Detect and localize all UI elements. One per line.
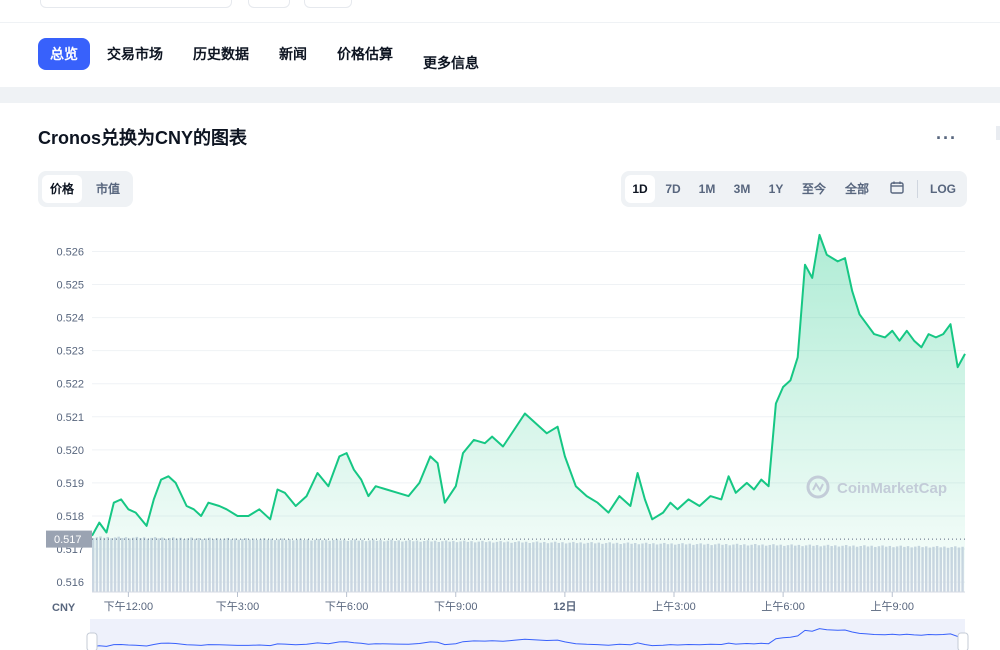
currency-unit-label: CNY	[52, 602, 76, 614]
range-1d[interactable]: 1D	[625, 175, 655, 203]
price-marketcap-toggle: 价格 市值	[38, 171, 133, 207]
y-tick-label: 0.516	[56, 577, 84, 589]
reference-price-label: 0.517	[54, 534, 82, 546]
y-tick-label: 0.520	[56, 445, 84, 457]
tab-news[interactable]: 新闻	[279, 38, 307, 70]
search-box[interactable]	[40, 0, 232, 8]
y-tick-label: 0.524	[56, 313, 84, 325]
range-7d[interactable]: 7D	[659, 175, 687, 203]
navigator-handle-right[interactable]	[957, 632, 969, 650]
y-tick-label: 0.525	[56, 280, 84, 292]
x-tick-label: 12日	[553, 600, 576, 613]
range-navigator[interactable]	[86, 619, 969, 650]
y-tick-label: 0.521	[56, 412, 84, 424]
chart-title: Cronos兑换为CNY的图表	[38, 128, 248, 148]
side-panel-edge	[996, 126, 1000, 140]
x-tick-label: 上午9:00	[871, 600, 914, 613]
range-1y[interactable]: 1Y	[764, 175, 788, 203]
price-chart[interactable]: 0.516 0.517 0.518 0.519 0.520 0.521 0.522 0.523…	[0, 220, 1000, 650]
watermark-text: CoinMarketCap	[837, 480, 947, 497]
reference-price-tag: 0.517	[46, 530, 92, 548]
x-tick-label: 下午3:00	[216, 600, 259, 613]
tab-markets[interactable]: 交易市场	[107, 38, 163, 70]
range-separator	[917, 180, 918, 198]
top-button[interactable]	[248, 0, 290, 8]
section-divider	[0, 87, 1000, 103]
calendar-icon[interactable]	[890, 181, 904, 194]
coin-nav: 总览 交易市场 历史数据 新闻 价格估算 更多信息	[0, 23, 1000, 87]
navigator-handle-left[interactable]	[86, 632, 98, 650]
top-button[interactable]	[304, 0, 352, 8]
range-ytd[interactable]: 至今	[797, 175, 831, 203]
y-tick-label: 0.518	[56, 511, 84, 523]
x-tick-label: 上午3:00	[652, 600, 695, 613]
tab-overview[interactable]: 总览	[38, 38, 90, 70]
log-scale-toggle[interactable]: LOG	[926, 175, 960, 203]
price-area-fill	[92, 234, 965, 592]
range-1m[interactable]: 1M	[693, 175, 721, 203]
top-strip	[0, 0, 1000, 23]
y-tick-label: 0.522	[56, 379, 84, 391]
x-tick-label: 上午6:00	[761, 600, 804, 613]
x-tick-label: 下午12:00	[104, 600, 154, 613]
tab-more-info[interactable]: 更多信息	[423, 47, 479, 79]
range-all[interactable]: 全部	[840, 175, 874, 203]
toggle-market-cap[interactable]: 市值	[88, 175, 128, 203]
more-options-icon[interactable]: ···	[936, 128, 957, 149]
y-tick-label: 0.519	[56, 478, 84, 490]
x-tick-label: 下午9:00	[434, 600, 477, 613]
toggle-price[interactable]: 价格	[42, 175, 83, 203]
y-tick-label: 0.523	[56, 346, 84, 358]
y-tick-label: 0.526	[56, 246, 84, 258]
x-tick-label: 下午6:00	[325, 600, 368, 613]
tab-price-estimates[interactable]: 价格估算	[337, 38, 393, 70]
range-3m[interactable]: 3M	[728, 175, 756, 203]
tab-historical-data[interactable]: 历史数据	[193, 38, 249, 70]
time-range-selector: 1D 7D 1M 3M 1Y 至今 全部 LOG	[621, 171, 967, 207]
